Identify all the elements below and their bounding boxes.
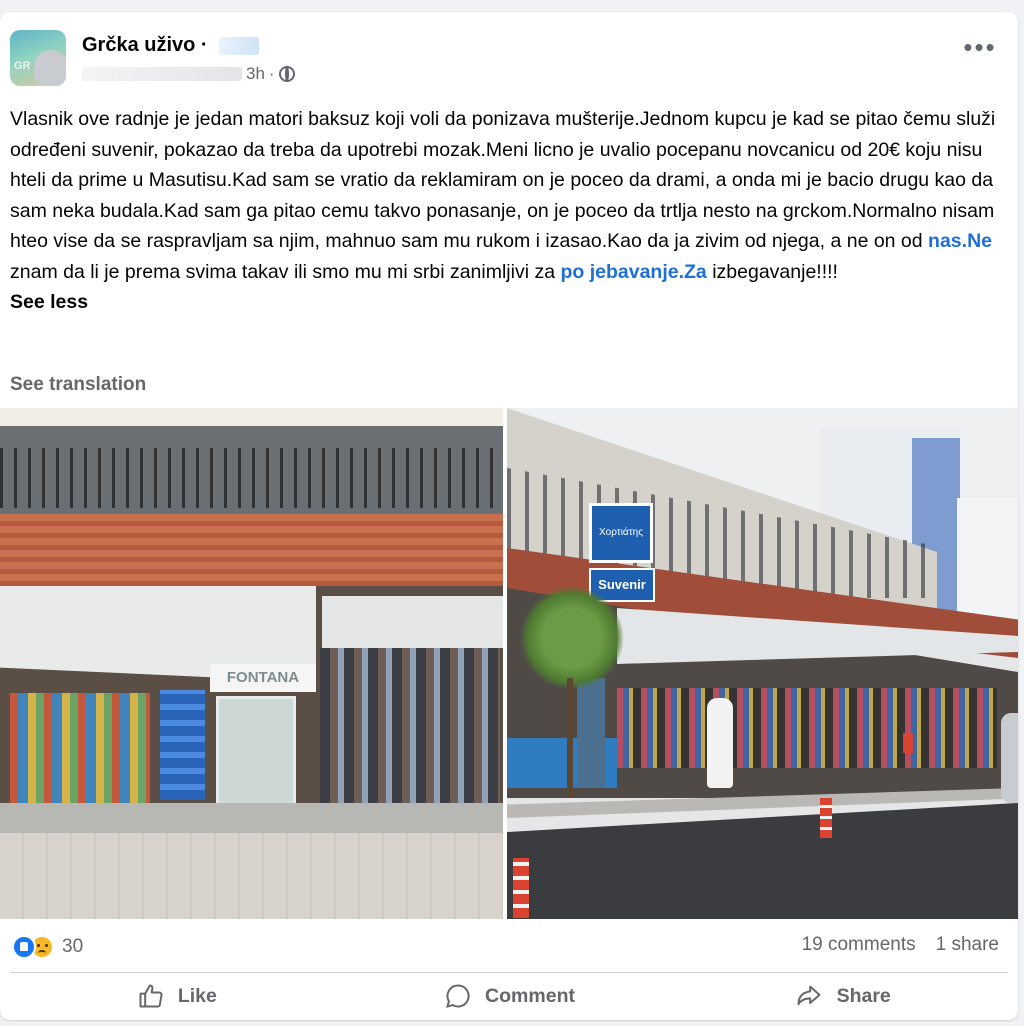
comment-label: Comment	[485, 984, 575, 1007]
engagement-stats: 19 comments 1 share	[802, 934, 999, 956]
post-card: GR Grčka uživo · 3h · ••• Vlasnik ove ra…	[0, 12, 1018, 1020]
blue-sign-top: Χορτιάτης	[589, 503, 653, 563]
meta-separator: ·	[268, 64, 275, 83]
upper-awning	[0, 408, 503, 426]
post-link[interactable]: po jebavanje.Za	[560, 261, 706, 283]
road	[507, 803, 1018, 919]
drinks-fridge	[216, 696, 296, 806]
blurred-author	[82, 67, 242, 81]
more-options-icon[interactable]: •••	[960, 34, 1000, 62]
tile-roof	[0, 514, 503, 586]
page-avatar[interactable]: GR	[10, 30, 66, 86]
post-header: GR Grčka uživo · 3h · •••	[10, 30, 1000, 90]
share-icon	[797, 985, 821, 1006]
post-link[interactable]: nas.Ne	[928, 230, 992, 252]
traffic-bollard	[820, 798, 832, 838]
thumbs-up-icon	[139, 984, 163, 1008]
souvenir-displays	[617, 688, 997, 768]
post-text-part: Vlasnik ove radnje je jedan matori baksu…	[10, 108, 996, 252]
avatar-text: GR	[14, 60, 31, 72]
comment-button[interactable]: Comment	[343, 976, 676, 1016]
post-text-part: znam da li je prema svima takav ili smo …	[10, 260, 561, 283]
car-edge	[1001, 713, 1018, 803]
person	[707, 698, 733, 788]
traffic-bollard	[513, 858, 529, 918]
like-button[interactable]: Like	[10, 976, 343, 1016]
globe-icon	[278, 66, 295, 82]
comment-icon	[446, 984, 470, 1008]
tree	[517, 588, 627, 688]
post-photo-left[interactable]: FONTANA	[0, 408, 503, 919]
sign-post	[577, 678, 605, 788]
balcony-railing	[0, 448, 503, 508]
blue-rack	[160, 690, 205, 800]
souvenir-display	[10, 693, 150, 803]
avatar-blur	[34, 50, 66, 86]
post-text-part: izbegavanje!!!!	[706, 260, 838, 283]
like-reaction-icon	[12, 935, 36, 959]
right-awning	[322, 596, 503, 648]
tree-trunk	[567, 678, 573, 798]
shares-count[interactable]: 1 share	[936, 934, 999, 956]
blurred-follow	[219, 37, 259, 55]
share-label: Share	[836, 984, 891, 1007]
post-actions: Like Comment Share	[10, 976, 1008, 1016]
page-name[interactable]: Grčka uživo ·	[82, 34, 208, 57]
traffic-bollard	[903, 733, 913, 753]
post-photo-right[interactable]: Χορτιάτης Suvenir	[507, 408, 1018, 919]
like-label: Like	[177, 984, 217, 1007]
paved-sidewalk	[0, 833, 503, 919]
share-button[interactable]: Share	[675, 976, 1008, 1016]
actions-divider	[10, 972, 1008, 973]
comments-count[interactable]: 19 comments	[802, 934, 916, 956]
sidewalk-curb	[0, 803, 503, 833]
reactions-summary[interactable]: 30	[12, 934, 83, 960]
reaction-count: 30	[62, 936, 84, 957]
post-meta: 3h ·	[82, 63, 295, 85]
see-translation-link[interactable]: See translation	[10, 374, 146, 396]
shop-sign: FONTANA	[210, 664, 316, 692]
see-less-button[interactable]: See less	[10, 291, 88, 313]
post-time[interactable]: 3h	[246, 64, 265, 84]
post-text: Vlasnik ove radnje je jedan matori baksu…	[10, 104, 1000, 318]
right-display	[320, 648, 500, 808]
